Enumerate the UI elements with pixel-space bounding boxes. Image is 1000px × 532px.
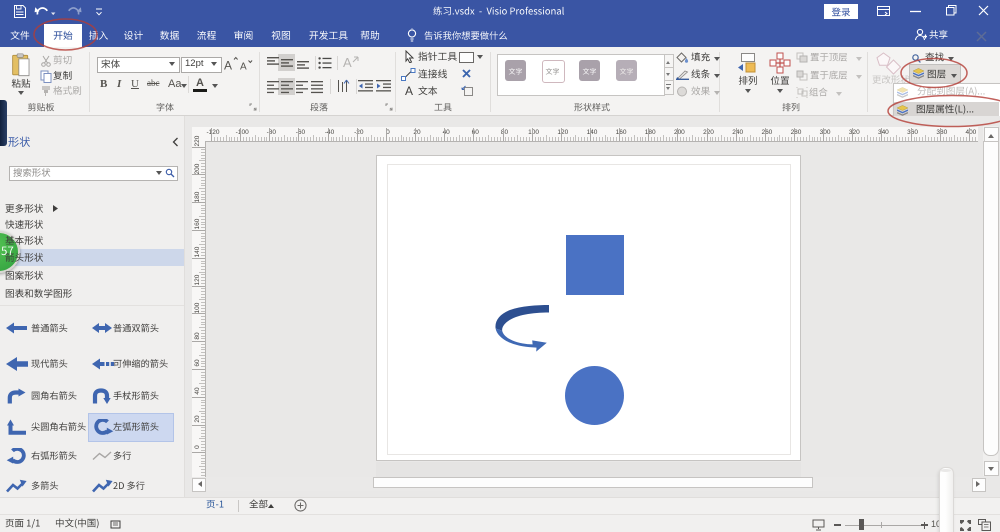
svg-text:A: A <box>240 62 247 72</box>
svg-text:A: A <box>224 59 232 72</box>
